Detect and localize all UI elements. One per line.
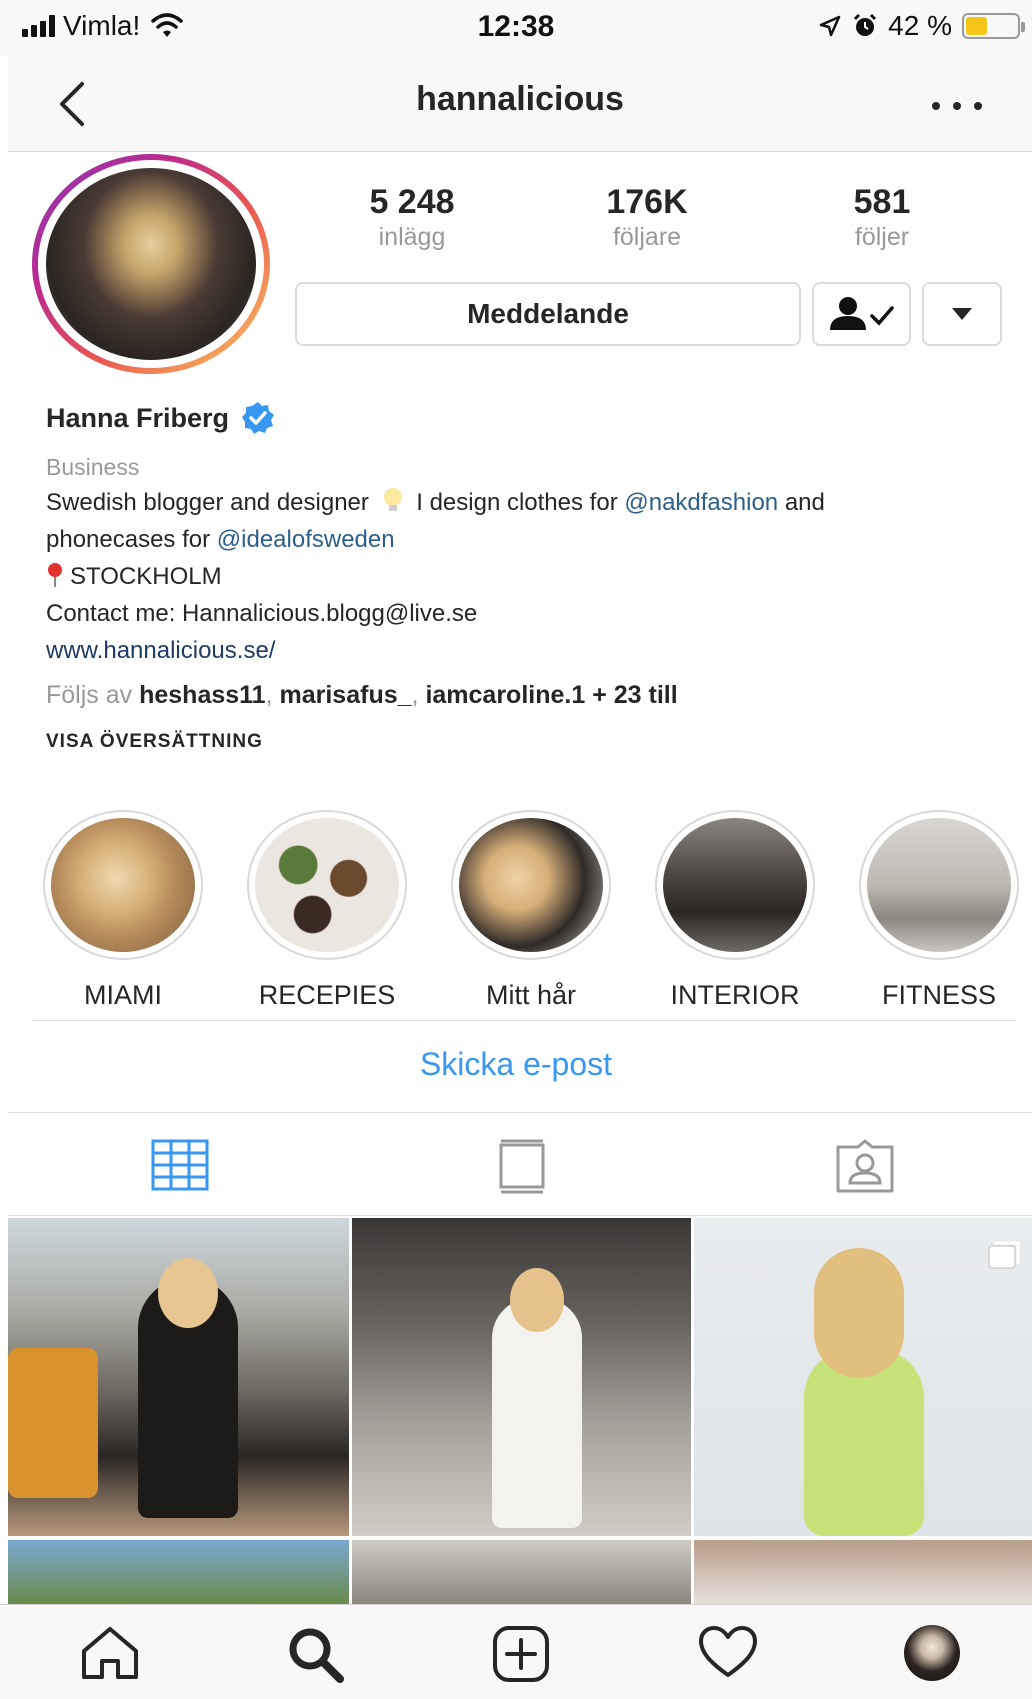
following-count[interactable]: 581 följer — [792, 182, 972, 252]
caret-down-icon — [952, 308, 972, 320]
highlight-cover — [51, 818, 195, 952]
bottom-tab-bar — [0, 1604, 1032, 1699]
navigation-bar: hannalicious — [8, 56, 1032, 152]
posts-count[interactable]: 5 248 inlägg — [322, 182, 502, 252]
highlight-interior[interactable]: INTERIOR — [655, 810, 815, 1011]
message-button[interactable]: Meddelande — [295, 282, 801, 346]
send-email-link[interactable]: Skicka e-post — [0, 1046, 1032, 1083]
highlight-cover — [867, 818, 1011, 952]
bio-location: STOCKHOLM — [46, 558, 1006, 595]
profile-avatar[interactable] — [32, 154, 270, 374]
person-head — [158, 1258, 218, 1328]
mention-idealofsweden[interactable]: @idealofsweden — [217, 526, 395, 553]
followers-count[interactable]: 176K följare — [557, 182, 737, 252]
highlight-miami[interactable]: MIAMI — [43, 810, 203, 1011]
feed-icon[interactable] — [498, 1139, 546, 1195]
person-head — [814, 1248, 904, 1378]
website-link[interactable]: www.hannalicious.se/ — [46, 632, 1006, 669]
location-arrow-icon — [819, 15, 841, 37]
followed-by[interactable]: Följs av heshass11, marisafus_, iamcarol… — [46, 675, 1006, 715]
lightbulb-icon — [383, 488, 402, 511]
battery-percent: 42 % — [888, 10, 952, 41]
post-thumbnail[interactable] — [8, 1540, 349, 1604]
battery-fill — [966, 17, 987, 35]
highlight-mitt-har[interactable]: Mitt hår — [451, 810, 611, 1011]
profile-name: Hanna Friberg — [46, 402, 230, 433]
grid-icon[interactable] — [151, 1139, 209, 1191]
mention-nakdfashion[interactable]: @nakdfashion — [624, 489, 778, 516]
alarm-icon — [854, 13, 877, 36]
profile-content-tabs — [8, 1112, 1032, 1216]
highlight-cover — [255, 818, 399, 952]
heart-icon[interactable] — [698, 1625, 758, 1679]
profile-bio: Hanna Friberg Business Swedish blogger a… — [46, 398, 1006, 753]
profile-username-title: hannalicious — [416, 80, 624, 118]
profile-photo — [46, 168, 256, 360]
divider — [32, 1020, 1016, 1021]
add-post-icon[interactable] — [492, 1625, 550, 1683]
highlight-cover — [459, 818, 603, 952]
search-icon[interactable] — [286, 1625, 344, 1683]
map-pin-icon — [48, 563, 62, 587]
post-thumbnail[interactable] — [352, 1540, 691, 1604]
bio-contact: Contact me: Hannalicious.blogg@live.se — [46, 600, 478, 627]
highlight-fitness[interactable]: FITNESS — [859, 810, 1019, 1011]
person-check-icon — [829, 297, 894, 330]
see-translation-button[interactable]: VISA ÖVERSÄTTNING — [46, 731, 1006, 753]
carousel-icon — [988, 1241, 1020, 1269]
home-icon[interactable] — [80, 1625, 140, 1681]
person-head — [510, 1268, 564, 1332]
highlight-recepies[interactable]: RECEPIES — [247, 810, 407, 1011]
battery-icon — [962, 13, 1025, 39]
verified-badge-icon — [242, 402, 275, 434]
suggested-accounts-dropdown[interactable] — [922, 282, 1002, 346]
post-thumbnail[interactable] — [694, 1218, 1032, 1536]
posts-grid — [8, 1218, 1032, 1604]
post-thumbnail[interactable] — [352, 1218, 691, 1536]
following-button[interactable] — [812, 282, 911, 346]
profile-category: Business — [46, 454, 140, 480]
profile-tab-avatar[interactable] — [904, 1625, 960, 1681]
tagged-person-icon[interactable] — [836, 1139, 894, 1193]
highlight-cover — [663, 818, 807, 952]
bio-line-2: phonecases for @idealofsweden — [46, 526, 395, 553]
more-horizontal-icon — [932, 102, 940, 110]
person-silhouette — [492, 1298, 582, 1528]
post-thumbnail[interactable] — [694, 1540, 1032, 1604]
post-thumbnail[interactable] — [8, 1218, 349, 1536]
status-bar: Vimla! 12:38 42 % — [0, 0, 1032, 56]
bio-line-1: Swedish blogger and designer I design cl… — [46, 484, 1006, 521]
taxi-shape — [8, 1348, 98, 1498]
more-options-button[interactable] — [932, 84, 982, 128]
